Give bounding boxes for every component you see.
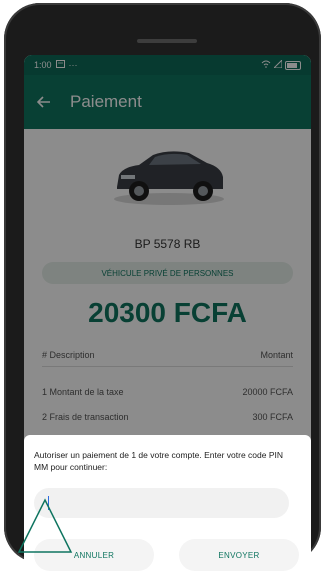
app-screen: 1:00 ··· Paiement BP 5578 RB VÉHICULE PR… bbox=[24, 55, 311, 575]
phone-frame: 1:00 ··· Paiement BP 5578 RB VÉHICULE PR… bbox=[4, 3, 321, 575]
triangle-marker-icon bbox=[17, 498, 73, 553]
phone-speaker bbox=[137, 39, 197, 43]
send-button[interactable]: ENVOYER bbox=[179, 539, 299, 571]
dialog-message: Autoriser un paiement de 1 de votre comp… bbox=[34, 450, 283, 472]
